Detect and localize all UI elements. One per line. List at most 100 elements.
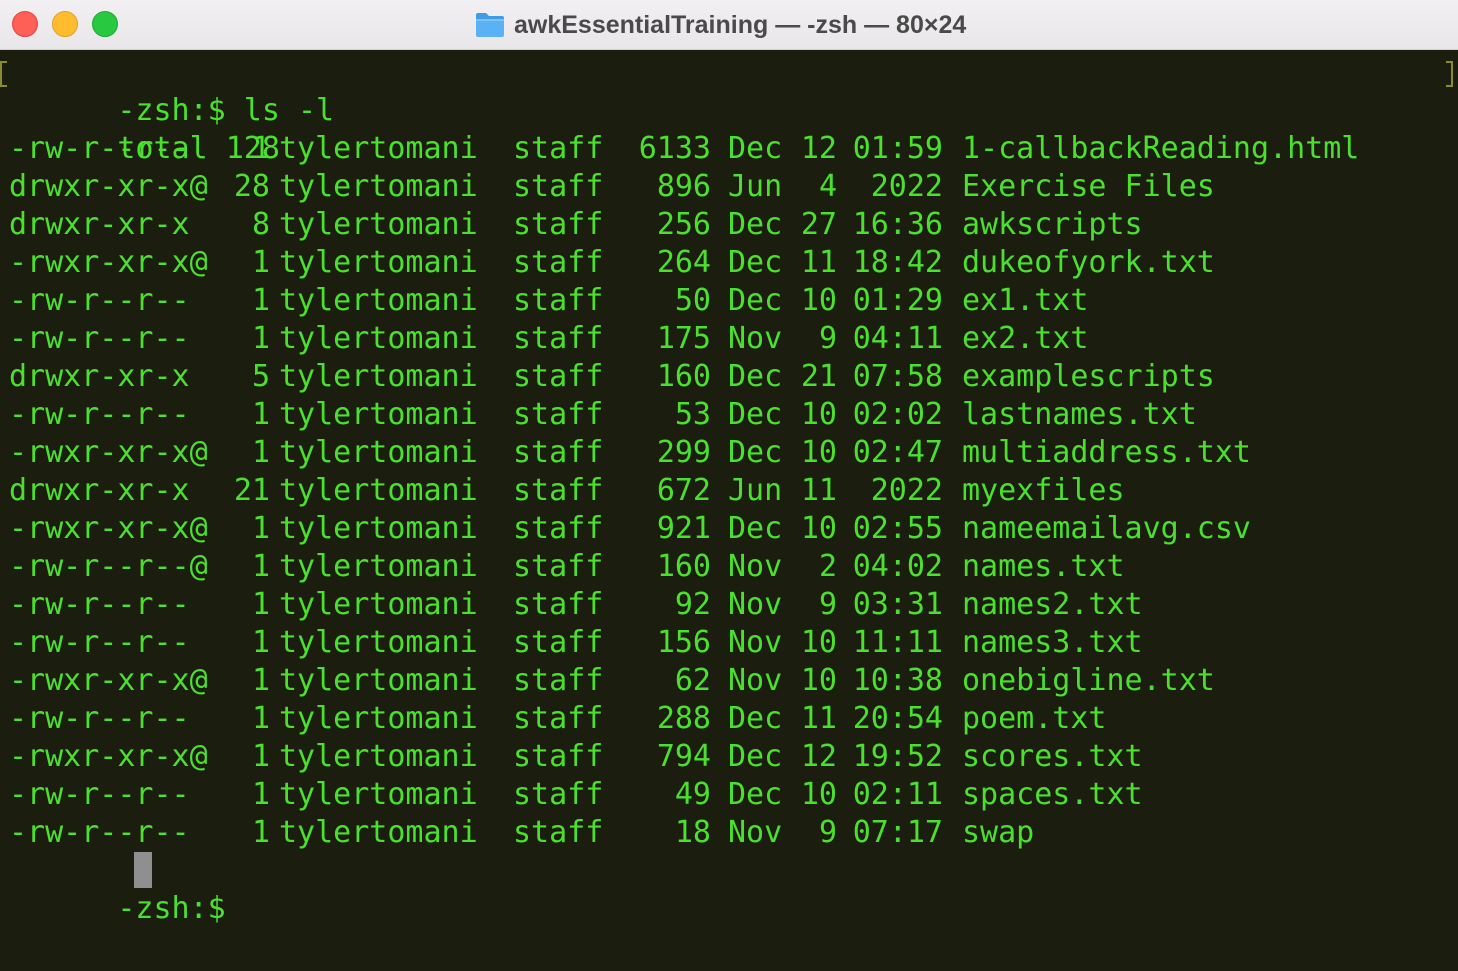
listing-day: 11 — [800, 701, 837, 736]
listing-perm: drwxr-xr-x — [9, 207, 190, 242]
listing-name: spaces.txt — [962, 777, 1143, 812]
listing-size: 18 — [674, 815, 711, 850]
listing-size: 53 — [674, 397, 711, 432]
listing-day: 10 — [800, 663, 837, 698]
listing-owner: tylertomani — [279, 321, 478, 356]
listing-month: Dec — [728, 207, 783, 242]
listing-owner: tylertomani — [279, 245, 478, 280]
listing-day: 9 — [818, 587, 837, 622]
listing-time: 01:29 — [852, 283, 943, 318]
title-bar[interactable]: awkEssentialTraining — -zsh — 80×24 — [0, 0, 1458, 50]
listing-time: 19:52 — [852, 739, 943, 774]
listing-links: 1 — [251, 245, 270, 280]
total-line: total 128 — [9, 92, 280, 166]
listing-day: 10 — [800, 283, 837, 318]
listing-links: 1 — [251, 435, 270, 470]
listing-owner: tylertomani — [279, 435, 478, 470]
listing-links: 1 — [251, 777, 270, 812]
listing-name: 1-callbackReading.html — [962, 131, 1360, 166]
listing-time: 20:54 — [852, 701, 943, 736]
listing-links: 8 — [251, 207, 270, 242]
listing-time: 16:36 — [852, 207, 943, 242]
listing-time: 04:11 — [852, 321, 943, 356]
listing-group: staff — [513, 473, 604, 508]
listing-links: 1 — [251, 131, 270, 166]
listing-time: 01:59 — [852, 131, 943, 166]
listing-month: Dec — [728, 701, 783, 736]
listing-perm: -rwxr-xr-x@ — [9, 663, 208, 698]
listing-links: 1 — [251, 739, 270, 774]
listing-owner: tylertomani — [279, 549, 478, 584]
listing-group: staff — [513, 131, 604, 166]
folder-icon — [476, 13, 504, 37]
listing-owner: tylertomani — [279, 587, 478, 622]
listing-links: 1 — [251, 587, 270, 622]
listing-owner: tylertomani — [279, 283, 478, 318]
prompt-text: -zsh:$ — [117, 891, 226, 926]
listing-name: swap — [962, 815, 1035, 850]
listing-perm: -rw-r--r-- — [9, 131, 190, 166]
listing-group: staff — [513, 397, 604, 432]
terminal-output[interactable]: -zsh:$ ls -l total 128 -rw-r--r-- 1 tylert… — [0, 53, 1458, 971]
listing-perm: -rw-r--r-- — [9, 587, 190, 622]
listing-name: awkscripts — [962, 207, 1143, 242]
listing-group: staff — [513, 435, 604, 470]
listing-month: Dec — [728, 131, 783, 166]
command-line: -zsh:$ ls -l — [9, 54, 334, 128]
listing-month: Nov — [728, 625, 783, 660]
listing-perm: -rw-r--r-- — [9, 283, 190, 318]
listing-name: myexfiles — [962, 473, 1125, 508]
listing-time: 02:02 — [852, 397, 943, 432]
listing-perm: drwxr-xr-x — [9, 473, 190, 508]
listing-group: staff — [513, 663, 604, 698]
prompt-line: -zsh:$ — [9, 852, 225, 926]
listing-size: 156 — [656, 625, 711, 660]
listing-day: 27 — [800, 207, 837, 242]
listing-month: Nov — [728, 815, 783, 850]
listing-size: 62 — [674, 663, 711, 698]
listing-group: staff — [513, 245, 604, 280]
text-cursor — [134, 852, 152, 888]
listing-time: 07:58 — [852, 359, 943, 394]
listing-month: Dec — [728, 739, 783, 774]
listing-month: Dec — [728, 511, 783, 546]
listing-name: names.txt — [962, 549, 1125, 584]
listing-perm: drwxr-xr-x@ — [9, 169, 208, 204]
listing-name: onebigline.txt — [962, 663, 1215, 698]
listing-owner: tylertomani — [279, 701, 478, 736]
listing-day: 10 — [800, 511, 837, 546]
listing-owner: tylertomani — [279, 663, 478, 698]
listing-links: 5 — [251, 359, 270, 394]
listing-owner: tylertomani — [279, 777, 478, 812]
mark-bracket-right — [1446, 61, 1453, 87]
listing-links: 1 — [251, 283, 270, 318]
listing-owner: tylertomani — [279, 397, 478, 432]
listing-group: staff — [513, 739, 604, 774]
listing-size: 160 — [656, 549, 711, 584]
listing-size: 896 — [656, 169, 711, 204]
listing-owner: tylertomani — [279, 815, 478, 850]
zoom-window-button[interactable] — [92, 11, 118, 37]
listing-time: 11:11 — [852, 625, 943, 660]
listing-day: 2 — [818, 549, 837, 584]
listing-links: 1 — [251, 663, 270, 698]
listing-group: staff — [513, 359, 604, 394]
listing-day: 11 — [800, 245, 837, 280]
terminal-window: awkEssentialTraining — -zsh — 80×24 -zsh… — [0, 0, 1458, 971]
listing-month: Dec — [728, 777, 783, 812]
listing-day: 10 — [800, 397, 837, 432]
listing-day: 9 — [818, 815, 837, 850]
listing-month: Dec — [728, 435, 783, 470]
listing-perm: drwxr-xr-x — [9, 359, 190, 394]
listing-group: staff — [513, 625, 604, 660]
listing-group: staff — [513, 169, 604, 204]
close-window-button[interactable] — [12, 11, 38, 37]
listing-size: 794 — [656, 739, 711, 774]
minimize-window-button[interactable] — [52, 11, 78, 37]
window-title: awkEssentialTraining — -zsh — 80×24 — [514, 10, 967, 39]
listing-size: 6133 — [638, 131, 711, 166]
listing-group: staff — [513, 587, 604, 622]
listing-day: 9 — [818, 321, 837, 356]
listing-month: Dec — [728, 245, 783, 280]
listing-month: Jun — [728, 473, 783, 508]
